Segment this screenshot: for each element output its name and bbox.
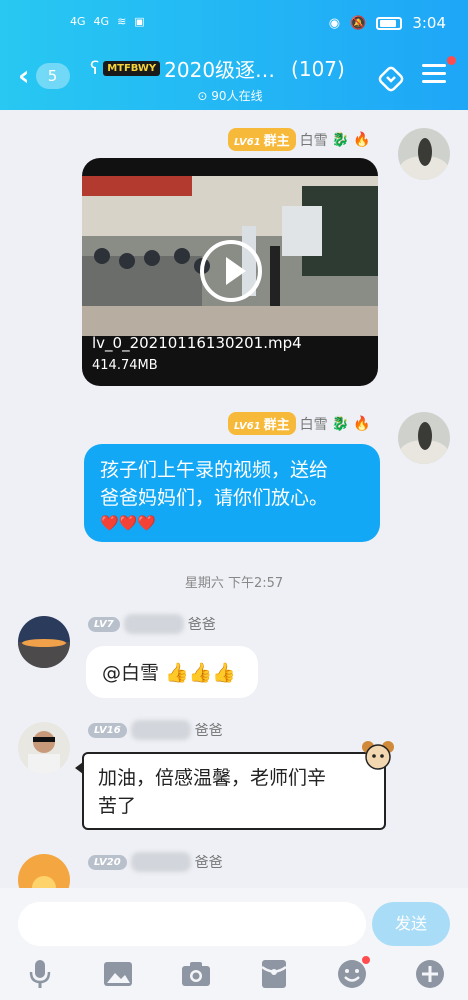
video-filesize: 414.74MB (92, 358, 158, 373)
camera-icon[interactable] (180, 958, 212, 990)
level-badge: LV61 群主 (228, 128, 296, 151)
fire-icon: 🔥 (353, 415, 371, 432)
clock: 3:04 (412, 14, 446, 32)
input-area: 发送 (0, 888, 468, 1000)
message-input[interactable] (18, 902, 366, 946)
header: 4G 4G ≋ ▣ ◉ 🔕 3:04 ‹ 5 ʕ MTFBWY 2020级逐… … (0, 0, 468, 110)
unread-count: 5 (35, 63, 70, 89)
image-icon[interactable] (102, 958, 134, 990)
signal-icon-2: 4G (93, 15, 110, 28)
menu-icon[interactable] (422, 64, 446, 86)
sender-info: LV16 爸爸 (88, 720, 223, 740)
online-count: 90人在线 (211, 89, 263, 103)
notification-dot (447, 56, 456, 65)
sender-info: LV20 爸爸 (88, 852, 223, 872)
sender-suffix: 爸爸 (187, 617, 216, 633)
battery-icon (376, 16, 403, 30)
message-text: 孩子们上午录的视频，送给 (100, 459, 329, 481)
online-icon: ⊙ (197, 89, 208, 103)
avatar[interactable] (18, 616, 70, 668)
bubble-decoration-icon (362, 741, 394, 770)
video-message[interactable]: lv_0_20210116130201.mp4 414.74MB (82, 158, 378, 386)
send-button[interactable]: 发送 (372, 902, 450, 946)
plus-icon[interactable] (414, 958, 446, 990)
notification-dot (362, 956, 370, 964)
level-badge: LV7 (88, 616, 120, 632)
online-status: ⊙ 90人在线 (90, 87, 370, 104)
time-separator: 星期六 下午2:57 (184, 576, 284, 591)
group-title: 2020级逐… (164, 58, 276, 82)
voice-icon[interactable] (24, 958, 56, 990)
sender-info: LV7 爸爸 (88, 614, 216, 634)
notification-icon: ▣ (134, 15, 145, 28)
avatar[interactable] (18, 722, 70, 774)
play-icon[interactable] (200, 240, 262, 302)
emoji-button[interactable] (336, 956, 370, 990)
dragon-icon: 🐉 (331, 131, 350, 148)
blurred-name (130, 720, 191, 740)
fire-icon: 🔥 (353, 131, 371, 148)
status-left: 4G 4G ≋ ▣ (70, 15, 145, 28)
sender-suffix: 爸爸 (194, 855, 223, 871)
status-right: ◉ 🔕 3:04 (329, 14, 446, 32)
text-message[interactable]: 孩子们上午录的视频，送给 爸爸妈妈们，请你们放心。 ❤️❤️❤️ (84, 444, 380, 542)
chat-title[interactable]: ʕ MTFBWY 2020级逐… (107) ⊙ 90人在线 (90, 54, 370, 104)
message-text: @白雪 👍👍👍 (102, 662, 237, 684)
sender-info: LV61 群主 白雪 🐉 🔥 (228, 128, 371, 151)
status-bar: 4G 4G ≋ ▣ ◉ 🔕 3:04 (0, 12, 468, 38)
level-badge: LV20 (88, 854, 127, 870)
ear-icon: ʕ (90, 58, 100, 79)
toolbar (0, 956, 468, 996)
level-badge: LV16 (88, 722, 127, 738)
message-text: 苦了 (98, 795, 137, 817)
chevron-left-icon: ‹ (18, 59, 30, 92)
text-message[interactable]: 加油，倍感温馨，老师们辛 苦了 (75, 741, 394, 830)
eye-icon: ◉ (328, 15, 341, 31)
brand-badge: MTFBWY (103, 61, 161, 76)
sender-name: 白雪 (299, 416, 328, 433)
back-button[interactable]: ‹ 5 (18, 62, 70, 90)
message-text: 爸爸妈妈们，请你们放心。 (100, 487, 329, 509)
sender-suffix: 爸爸 (194, 723, 223, 739)
red-packet-icon[interactable] (258, 958, 290, 990)
sender-name: 白雪 (299, 132, 328, 149)
avatar[interactable] (398, 412, 450, 464)
video-filename: lv_0_20210116130201.mp4 (92, 334, 302, 352)
sender-info: LV61 群主 白雪 🐉 🔥 (228, 412, 371, 435)
wifi-icon: ≋ (117, 15, 127, 28)
blurred-name (130, 852, 191, 872)
text-message[interactable]: @白雪 👍👍👍 (86, 646, 258, 698)
member-count: (107) (291, 56, 345, 81)
message-text: 加油，倍感温馨，老师们辛 (98, 767, 327, 789)
blurred-name (123, 614, 184, 634)
dragon-icon: 🐉 (331, 415, 350, 432)
call-icon[interactable] (376, 64, 406, 94)
hearts-emoji: ❤️❤️❤️ (100, 514, 157, 532)
avatar[interactable] (398, 128, 450, 180)
mute-icon: 🔕 (350, 15, 367, 31)
level-badge: LV61 群主 (228, 412, 296, 435)
signal-icon: 4G (70, 15, 86, 28)
nav-bar: ‹ 5 ʕ MTFBWY 2020级逐… (107) ⊙ 90人在线 (0, 50, 468, 106)
